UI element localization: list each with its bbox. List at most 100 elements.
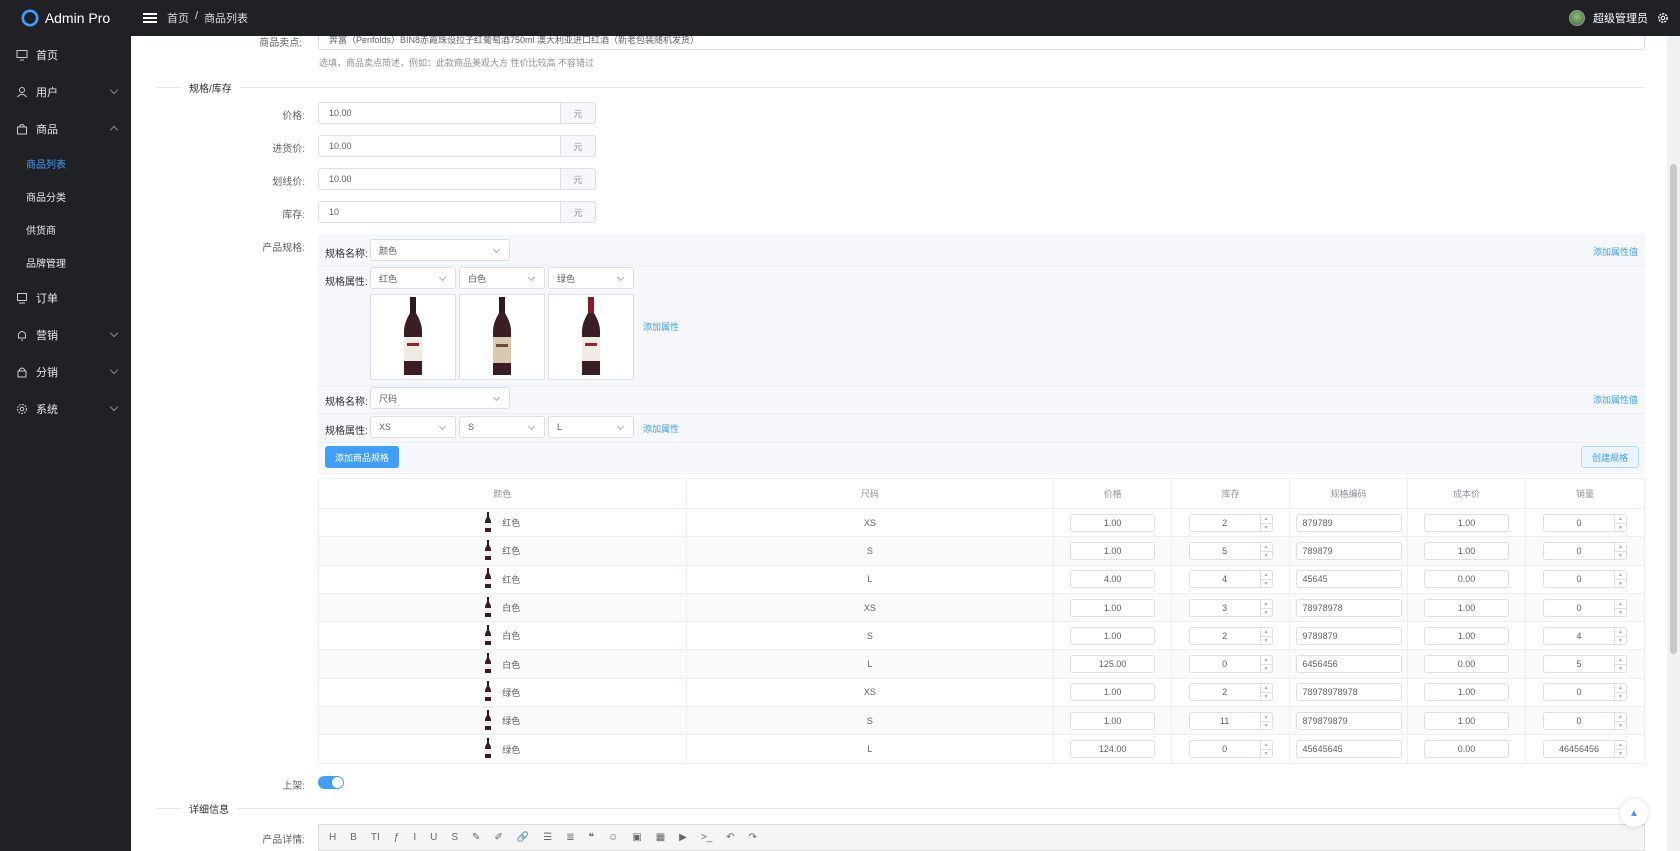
avatar[interactable] [1569,10,1585,26]
user-name[interactable]: 超级管理员 [1593,10,1648,26]
sku-code-input[interactable]: 45645645 [1295,740,1402,759]
sku-code-input[interactable]: 78978978978 [1295,683,1402,702]
sku-sales-stepper[interactable]: 0 ▲ ▼ [1543,711,1627,730]
sku-price-input[interactable]: 125.00 [1070,655,1156,674]
decrement-icon[interactable]: ▼ [1615,720,1626,730]
sku-code-input[interactable]: 45645 [1295,570,1402,589]
sku-price-input[interactable]: 1.00 [1070,711,1156,730]
on-shelf-toggle[interactable] [318,776,344,789]
add-attr-link[interactable]: 添加属性 [643,422,679,435]
editor-heading-icon[interactable]: H [329,832,336,843]
selling-point-input[interactable]: 奔富（Penfolds）BIN8赤霞珠设拉子红葡萄酒750ml 澳大利亚进口红酒… [318,36,1645,50]
increment-icon[interactable]: ▲ [1261,713,1272,721]
sidebar-item-orders[interactable]: 订单 [0,279,131,316]
sku-price-input[interactable]: 1.00 [1070,598,1156,617]
add-attr-link[interactable]: 添加属性 [643,320,679,333]
editor-bold-icon[interactable]: B [350,832,357,843]
increment-icon[interactable]: ▲ [1261,515,1272,523]
stock-input[interactable]: 10 [318,201,561,223]
decrement-icon[interactable]: ▼ [1260,550,1272,560]
sidebar-subitem-brand[interactable]: 品牌管理 [0,246,131,279]
increment-icon[interactable]: ▲ [1615,628,1626,636]
decrement-icon[interactable]: ▼ [1260,607,1272,617]
sku-price-input[interactable]: 1.00 [1070,541,1156,560]
decrement-icon[interactable]: ▼ [1260,579,1272,588]
sku-sales-stepper[interactable]: 4 ▲ ▼ [1543,626,1627,645]
editor-undo-icon[interactable]: ↶ [726,832,734,843]
editor-list-icon[interactable]: ☰ [543,832,552,843]
sidebar-subitem-product-category[interactable]: 商品分类 [0,180,131,213]
editor-quote-icon[interactable]: ❝ [589,832,594,843]
increment-icon[interactable]: ▲ [1615,684,1626,692]
increment-icon[interactable]: ▲ [1615,515,1626,523]
editor-video-icon[interactable]: ▶ [679,832,687,843]
sku-price-input[interactable]: 124.00 [1070,740,1156,759]
spec-image-green[interactable] [548,294,634,380]
decrement-icon[interactable]: ▼ [1260,635,1272,645]
increment-icon[interactable]: ▲ [1615,543,1626,551]
price-input[interactable]: 10.00 [318,102,561,124]
sku-sales-stepper[interactable]: 5 ▲ ▼ [1543,655,1627,674]
sku-cost-input[interactable]: 0.00 [1424,655,1510,674]
sku-stock-stepper[interactable]: 2 ▲ ▼ [1188,626,1273,645]
spec2-name-select[interactable]: 尺码 [370,387,510,409]
increment-icon[interactable]: ▲ [1261,600,1272,608]
sku-code-input[interactable]: 9789879 [1295,626,1402,645]
brand[interactable]: Admin Pro [0,9,131,27]
line-price-input[interactable]: 10.00 [318,168,561,190]
sidebar-item-users[interactable]: 用户 [0,73,131,110]
decrement-icon[interactable]: ▼ [1260,749,1272,758]
editor-align-icon[interactable]: ≣ [566,832,574,843]
sku-price-input[interactable]: 1.00 [1070,626,1156,645]
sidebar-subitem-product-list[interactable]: 商品列表 [0,147,131,180]
sku-cost-input[interactable]: 0.00 [1424,570,1510,589]
scrollbar[interactable] [1667,36,1680,851]
sku-stock-stepper[interactable]: 4 ▲ ▼ [1188,570,1273,589]
sku-stock-stepper[interactable]: 2 ▲ ▼ [1188,513,1273,532]
add-spec-button[interactable]: 添加商品规格 [325,446,400,468]
sku-code-input[interactable]: 879789 [1295,513,1402,532]
spec-image-red[interactable] [370,294,456,380]
sku-code-input[interactable]: 879879879 [1295,711,1402,730]
sku-cost-input[interactable]: 1.00 [1424,541,1510,560]
sku-sales-stepper[interactable]: 46456456 ▲ ▼ [1543,740,1627,759]
spec2-attr-select-2[interactable]: S [459,416,545,438]
spec1-attr-select-2[interactable]: 白色 [459,267,545,289]
sku-sales-stepper[interactable]: 0 ▲ ▼ [1543,683,1627,702]
increment-icon[interactable]: ▲ [1615,741,1626,749]
sku-code-input[interactable]: 78978978 [1295,598,1402,617]
decrement-icon[interactable]: ▼ [1615,749,1626,758]
decrement-icon[interactable]: ▼ [1260,720,1272,730]
editor-link-icon[interactable]: 🔗 [517,832,529,843]
sku-price-input[interactable]: 1.00 [1070,513,1156,532]
editor-emoji-icon[interactable]: ☺ [608,832,618,843]
decrement-icon[interactable]: ▼ [1615,692,1626,701]
sku-cost-input[interactable]: 0.00 [1424,740,1510,759]
editor-underline-icon[interactable]: U [430,832,437,843]
increment-icon[interactable]: ▲ [1615,713,1626,721]
breadcrumb-home[interactable]: 首页 [167,10,189,26]
editor-italic-icon[interactable]: I [413,832,416,843]
sku-stock-stepper[interactable]: 2 ▲ ▼ [1188,683,1273,702]
back-to-top-button[interactable]: ▲ [1620,799,1648,827]
create-spec-button[interactable]: 创建规格 [1580,446,1639,468]
sku-sales-stepper[interactable]: 0 ▲ ▼ [1543,513,1627,532]
decrement-icon[interactable]: ▼ [1615,579,1626,588]
sku-stock-stepper[interactable]: 0 ▲ ▼ [1188,740,1273,759]
sku-code-input[interactable]: 6456456 [1295,655,1402,674]
sidebar-subitem-supplier[interactable]: 供货商 [0,213,131,246]
menu-toggle-icon[interactable] [143,13,157,23]
decrement-icon[interactable]: ▼ [1260,692,1272,701]
increment-icon[interactable]: ▲ [1261,543,1272,551]
cost-price-input[interactable]: 10.00 [318,135,561,157]
increment-icon[interactable]: ▲ [1261,628,1272,636]
sku-sales-stepper[interactable]: 0 ▲ ▼ [1543,570,1627,589]
editor-font-color-icon[interactable]: ✎ [472,832,480,843]
spec1-attr-select-3[interactable]: 绿色 [548,267,634,289]
decrement-icon[interactable]: ▼ [1615,635,1626,645]
sku-cost-input[interactable]: 1.00 [1424,683,1510,702]
spec1-name-select[interactable]: 颜色 [370,239,510,261]
sku-cost-input[interactable]: 1.00 [1424,598,1510,617]
decrement-icon[interactable]: ▼ [1260,522,1272,532]
decrement-icon[interactable]: ▼ [1615,550,1626,560]
